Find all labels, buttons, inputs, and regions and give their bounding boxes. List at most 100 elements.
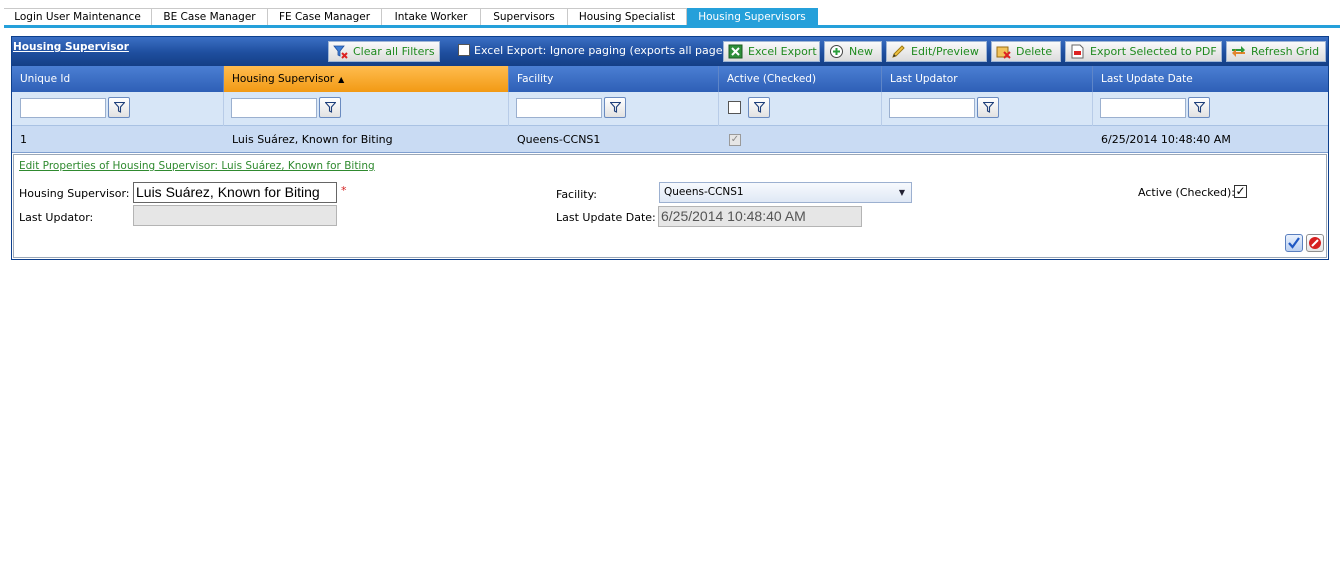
housing-supervisor-field-label: Housing Supervisor: [19, 187, 130, 200]
filter-button-active[interactable] [748, 97, 770, 118]
column-header-last-update-date[interactable]: Last Update Date [1093, 66, 1328, 92]
tab-housing-supervisors[interactable]: Housing Supervisors [687, 8, 818, 25]
filter-input-unique-id[interactable] [20, 98, 106, 118]
last-update-date-input[interactable]: 6/25/2014 10:48:40 AM [658, 206, 862, 227]
new-record-icon [829, 44, 844, 59]
chevron-down-icon: ▼ [898, 188, 905, 197]
delete-icon [996, 44, 1011, 59]
refresh-icon [1231, 44, 1246, 59]
cell-last-updator [882, 126, 1093, 153]
filter-icon [610, 102, 621, 113]
filter-button-last-update-date[interactable] [1188, 97, 1210, 118]
clear-filter-icon [333, 44, 348, 59]
filter-icon [754, 102, 765, 113]
edit-preview-button[interactable]: Edit/Preview [886, 41, 987, 62]
grid-header-row: Unique Id Housing Supervisor ▲ Facility A… [12, 66, 1328, 92]
grid-command-bar: Housing Supervisor Clear all Filters Exc… [12, 37, 1328, 66]
new-button[interactable]: New [824, 41, 882, 62]
clear-all-filters-button[interactable]: Clear all Filters [328, 41, 440, 62]
column-header-active[interactable]: Active (Checked) [719, 66, 882, 92]
grid-filter-row [12, 92, 1328, 126]
refresh-grid-label: Refresh Grid [1251, 45, 1320, 58]
column-header-last-updator[interactable]: Last Updator [882, 66, 1093, 92]
column-header-active-label: Active (Checked) [727, 73, 817, 85]
facility-dropdown[interactable]: Queens-CCNS1 ▼ [659, 182, 912, 203]
grid-title[interactable]: Housing Supervisor [13, 41, 129, 53]
delete-button[interactable]: Delete [991, 41, 1061, 62]
filter-cell-housing-supervisor [224, 92, 509, 126]
excel-icon [728, 44, 743, 59]
filter-cell-last-update-date [1093, 92, 1328, 126]
filter-cell-facility [509, 92, 719, 126]
column-header-last-updator-label: Last Updator [890, 73, 958, 85]
filter-button-housing-supervisor[interactable] [319, 97, 341, 118]
column-header-unique-id-label: Unique Id [20, 73, 71, 85]
filter-input-last-update-date[interactable] [1100, 98, 1186, 118]
column-header-facility-label: Facility [517, 73, 554, 85]
facility-field-label: Facility: [556, 188, 598, 201]
filter-cell-unique-id [12, 92, 224, 126]
cell-active: ✓ [719, 126, 882, 153]
housing-supervisor-grid: Housing Supervisor Clear all Filters Exc… [11, 36, 1329, 260]
filter-cell-last-updator [882, 92, 1093, 126]
export-selected-to-pdf-button[interactable]: Export Selected to PDF [1065, 41, 1222, 62]
tab-supervisors[interactable]: Supervisors [481, 8, 568, 25]
filter-button-unique-id[interactable] [108, 97, 130, 118]
required-marker: * [341, 184, 347, 197]
last-updator-input[interactable] [133, 205, 337, 226]
excel-export-button[interactable]: Excel Export [723, 41, 820, 62]
filter-icon [325, 102, 336, 113]
delete-label: Delete [1016, 45, 1053, 58]
cell-facility: Queens-CCNS1 [517, 133, 601, 146]
excel-export-label: Excel Export [748, 45, 817, 58]
filter-button-facility[interactable] [604, 97, 626, 118]
edit-form: Edit Properties of Housing Supervisor: L… [13, 154, 1327, 258]
pdf-icon [1070, 44, 1085, 59]
housing-supervisor-input[interactable]: Luis Suárez, Known for Biting [133, 182, 337, 203]
filter-button-last-updator[interactable] [977, 97, 999, 118]
filter-input-last-updator[interactable] [889, 98, 975, 118]
checkmark-icon [1288, 237, 1300, 249]
table-row[interactable]: 1 Luis Suárez, Known for Biting Queens-C… [12, 126, 1328, 153]
sort-ascending-icon: ▲ [338, 75, 345, 84]
tab-strip: Login User Maintenance BE Case Manager F… [4, 8, 1340, 28]
new-label: New [849, 45, 873, 58]
filter-input-facility[interactable] [516, 98, 602, 118]
refresh-grid-button[interactable]: Refresh Grid [1226, 41, 1326, 62]
cancel-icon [1309, 237, 1321, 249]
cell-unique-id: 1 [20, 133, 27, 146]
cell-last-update-date: 6/25/2014 10:48:40 AM [1101, 133, 1231, 146]
excel-ignore-paging-label: Excel Export: Ignore paging (exports all… [474, 44, 733, 57]
tab-be-case-manager[interactable]: BE Case Manager [152, 8, 268, 25]
tab-login-user-maintenance[interactable]: Login User Maintenance [4, 8, 152, 25]
clear-all-filters-label: Clear all Filters [353, 45, 435, 58]
column-header-unique-id[interactable]: Unique Id [12, 66, 224, 92]
cancel-edit-button[interactable] [1306, 234, 1324, 252]
active-field-label: Active (Checked): [1138, 186, 1236, 199]
export-pdf-label: Export Selected to PDF [1090, 45, 1217, 58]
cell-active-checkbox: ✓ [729, 134, 741, 146]
tab-intake-worker[interactable]: Intake Worker [382, 8, 481, 25]
column-header-housing-supervisor-label: Housing Supervisor [232, 73, 335, 85]
facility-dropdown-value: Queens-CCNS1 [664, 186, 744, 198]
edit-preview-label: Edit/Preview [911, 45, 979, 58]
pencil-icon [891, 44, 906, 59]
filter-cell-active [719, 92, 882, 126]
column-header-facility[interactable]: Facility [509, 66, 719, 92]
edit-form-heading: Edit Properties of Housing Supervisor: L… [19, 160, 375, 172]
active-checkbox[interactable]: ✓ [1234, 185, 1247, 198]
tab-fe-case-manager[interactable]: FE Case Manager [268, 8, 382, 25]
filter-input-housing-supervisor[interactable] [231, 98, 317, 118]
column-header-last-update-date-label: Last Update Date [1101, 73, 1193, 85]
update-confirm-button[interactable] [1285, 234, 1303, 252]
last-update-date-field-label: Last Update Date: [556, 211, 656, 224]
filter-icon [114, 102, 125, 113]
tab-housing-specialist[interactable]: Housing Specialist [568, 8, 687, 25]
column-header-housing-supervisor[interactable]: Housing Supervisor ▲ [224, 66, 509, 92]
excel-ignore-paging-checkbox[interactable] [458, 44, 470, 56]
filter-icon [1194, 102, 1205, 113]
cell-housing-supervisor: Luis Suárez, Known for Biting [232, 133, 393, 146]
excel-ignore-paging-option[interactable]: Excel Export: Ignore paging (exports all… [458, 44, 733, 57]
filter-checkbox-active[interactable] [728, 101, 741, 114]
filter-icon [983, 102, 994, 113]
